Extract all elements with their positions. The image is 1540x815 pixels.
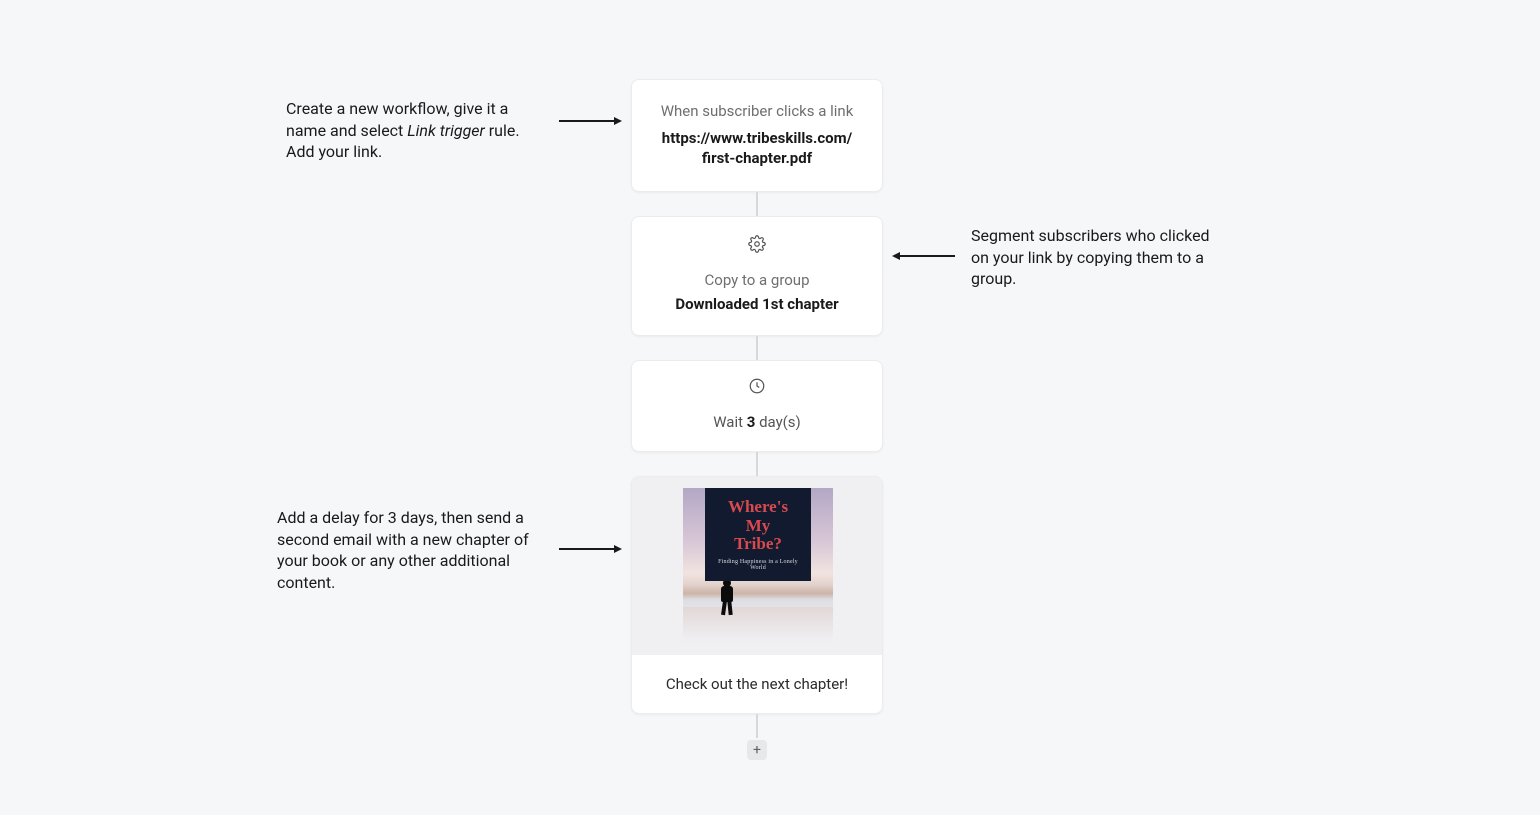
clock-icon	[748, 377, 766, 399]
add-step-button[interactable]: +	[747, 740, 767, 760]
plus-icon: +	[753, 743, 761, 757]
email-card[interactable]: Where's My Tribe? Finding Happiness in a…	[631, 476, 883, 714]
connector-line	[756, 452, 758, 476]
annotation-segment-subscribers: Segment subscribers who clicked on your …	[971, 225, 1231, 290]
connector-line	[756, 714, 758, 738]
annotation-add-delay: Add a delay for 3 days, then send a seco…	[277, 507, 537, 593]
email-subject: Check out the next chapter!	[632, 655, 882, 713]
action-value: Downloaded 1st chapter	[652, 295, 862, 313]
email-preview: Where's My Tribe? Finding Happiness in a…	[632, 477, 883, 655]
connector-line	[756, 336, 758, 360]
arrow-left-icon	[892, 252, 955, 260]
arrow-right-icon	[559, 545, 622, 553]
copy-to-group-card[interactable]: Copy to a group Downloaded 1st chapter	[631, 216, 883, 336]
gear-icon	[748, 235, 766, 257]
person-silhouette	[717, 579, 737, 615]
trigger-card[interactable]: When subscriber clicks a link https://ww…	[631, 79, 883, 192]
workflow-diagram: Create a new workflow, give it a name an…	[0, 0, 1540, 815]
arrow-right-icon	[559, 117, 622, 125]
annotation-text: Add a delay for 3 days, then send a seco…	[277, 508, 529, 592]
annotation-italic: Link trigger	[407, 121, 485, 140]
wait-card[interactable]: Wait 3 day(s)	[631, 360, 883, 452]
wait-text: Wait 3 day(s)	[652, 413, 862, 431]
book-title: Where's My Tribe? Finding Happiness in a…	[705, 488, 811, 581]
trigger-link: https://www.tribeskills.com/ first-chapt…	[650, 128, 864, 169]
annotation-text: Segment subscribers who clicked on your …	[971, 226, 1210, 288]
workflow-column: When subscriber clicks a link https://ww…	[631, 79, 883, 760]
trigger-label: When subscriber clicks a link	[650, 102, 864, 120]
book-cover-image: Where's My Tribe? Finding Happiness in a…	[683, 488, 833, 643]
connector-line	[756, 192, 758, 216]
action-label: Copy to a group	[652, 271, 862, 289]
annotation-create-workflow: Create a new workflow, give it a name an…	[286, 98, 546, 163]
